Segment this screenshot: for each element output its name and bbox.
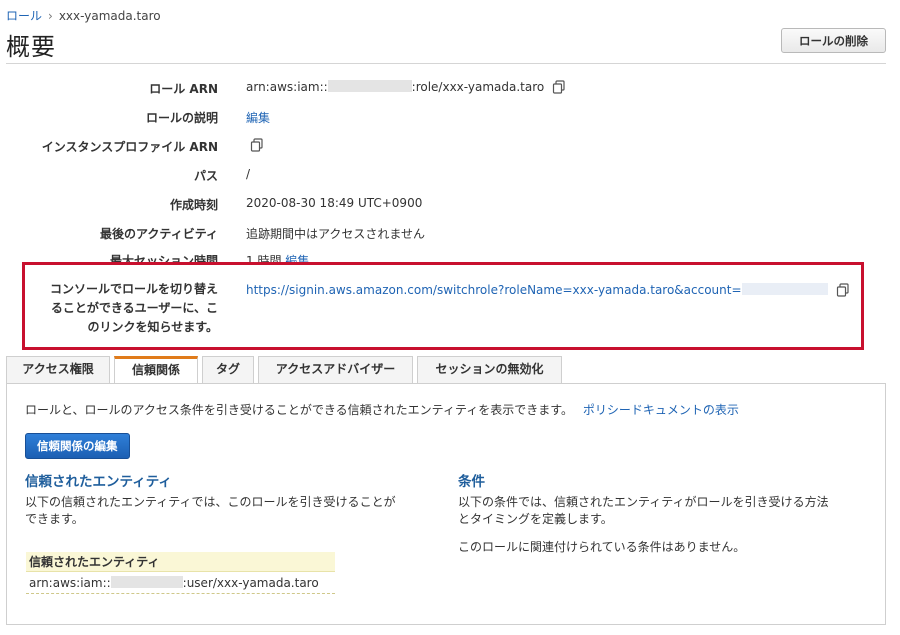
summary-row-max-session: 最大セッション時間 1 時間 編集 — [0, 252, 900, 262]
switch-role-label-line: コンソールでロールを切り替え — [49, 282, 218, 296]
trusted-entities-table-header: 信頼されたエンティティ — [26, 552, 335, 572]
role-arn-suffix: :role/xxx-yamada.taro — [411, 80, 545, 94]
last-activity-label: 最後のアクティビティ — [100, 227, 218, 241]
created-label: 作成時刻 — [169, 198, 218, 212]
delete-role-button[interactable]: ロールの削除 — [781, 28, 886, 53]
switch-role-value: https://signin.aws.amazon.com/switchrole… — [246, 283, 850, 297]
trust-relationships-panel: ロールと、ロールのアクセス条件を引き受けることができる信頼されたエンティティを表… — [6, 383, 886, 625]
trusted-entities-row: arn:aws:iam:::user/xxx-yamada.taro — [26, 572, 335, 594]
copy-icon[interactable] — [836, 283, 850, 297]
role-arn-label: ロール ARN — [149, 82, 218, 96]
edit-description-link[interactable]: 編集 — [246, 111, 270, 125]
panel-intro: ロールと、ロールのアクセス条件を引き受けることができる信頼されたエンティティを表… — [25, 401, 739, 418]
conditions-title: 条件 — [458, 474, 485, 490]
role-arn-value: arn:aws:iam:::role/xxx-yamada.taro — [246, 80, 566, 94]
view-policy-document-link[interactable]: ポリシードキュメントの表示 — [583, 403, 739, 417]
max-session-duration: 1 時間 — [246, 254, 282, 262]
entity-arn-suffix: :user/xxx-yamada.taro — [182, 576, 319, 590]
trusted-entities-title: 信頼されたエンティティ — [25, 474, 172, 490]
created-value: 2020-08-30 18:49 UTC+0900 — [246, 196, 423, 210]
instance-profile-label: インスタンスプロファイル ARN — [41, 140, 218, 154]
copy-icon[interactable] — [250, 138, 264, 152]
breadcrumb: ロール › xxx-yamada.taro — [6, 7, 161, 24]
description-label: ロールの説明 — [145, 111, 218, 125]
panel-intro-text: ロールと、ロールのアクセス条件を引き受けることができる信頼されたエンティティを表… — [25, 403, 574, 417]
last-activity-value: 追跡期間中はアクセスされません — [246, 227, 426, 241]
redacted-account-id — [327, 80, 412, 92]
role-arn-prefix: arn:aws:iam:: — [246, 80, 328, 94]
conditions-description-line: 以下の条件では、信頼されたエンティティがロールを引き受ける方法 — [458, 495, 829, 509]
conditions-description: 以下の条件では、信頼されたエンティティがロールを引き受ける方法 とタイミングを定… — [458, 494, 829, 528]
breadcrumb-separator: › — [48, 9, 53, 23]
tab-revoke-sessions[interactable]: セッションの無効化 — [417, 356, 562, 383]
entity-arn-prefix: arn:aws:iam:: — [29, 576, 111, 590]
instance-profile-value — [246, 138, 264, 152]
tab-trust-relationships[interactable]: 信頼関係 — [114, 356, 198, 384]
trusted-entities-description-line: できます。 — [25, 512, 84, 526]
switch-role-url-link[interactable]: https://signin.aws.amazon.com/switchrole… — [246, 283, 742, 297]
path-label: パス — [193, 169, 218, 183]
conditions-description-line: とタイミングを定義します。 — [458, 512, 613, 526]
copy-icon[interactable] — [552, 80, 566, 94]
trusted-entities-description: 以下の信頼されたエンティティでは、このロールを引き受けることが できます。 — [25, 494, 396, 528]
max-session-label: 最大セッション時間 — [109, 254, 218, 262]
tab-permissions[interactable]: アクセス権限 — [6, 356, 110, 383]
edit-trust-relationship-button[interactable]: 信頼関係の編集 — [25, 433, 130, 459]
edit-max-session-link[interactable]: 編集 — [285, 254, 309, 262]
switch-role-label: コンソールでロールを切り替え ることができるユーザーに、こ のリンクを知らせます… — [36, 280, 218, 337]
tab-tags[interactable]: タグ — [202, 356, 254, 383]
description-value: 編集 — [246, 109, 270, 126]
no-conditions-text: このロールに関連付けられている条件はありません。 — [458, 540, 746, 554]
max-session-value: 1 時間 編集 — [246, 252, 309, 262]
redacted-account-id — [110, 576, 183, 588]
path-value: / — [246, 167, 251, 181]
switch-role-label-line: ることができるユーザーに、こ — [50, 301, 218, 315]
trusted-entities-description-line: 以下の信頼されたエンティティでは、このロールを引き受けることが — [25, 495, 396, 509]
page-title: 概要 — [6, 33, 56, 61]
breadcrumb-current: xxx-yamada.taro — [58, 9, 161, 23]
breadcrumb-roles-link[interactable]: ロール — [6, 9, 42, 23]
tab-access-advisor[interactable]: アクセスアドバイザー — [258, 356, 413, 383]
redacted-account-id — [741, 283, 828, 295]
trusted-entities-table: 信頼されたエンティティ arn:aws:iam:::user/xxx-yamad… — [26, 552, 335, 594]
title-divider — [6, 63, 886, 64]
switch-role-label-line: のリンクを知らせます。 — [87, 320, 218, 334]
